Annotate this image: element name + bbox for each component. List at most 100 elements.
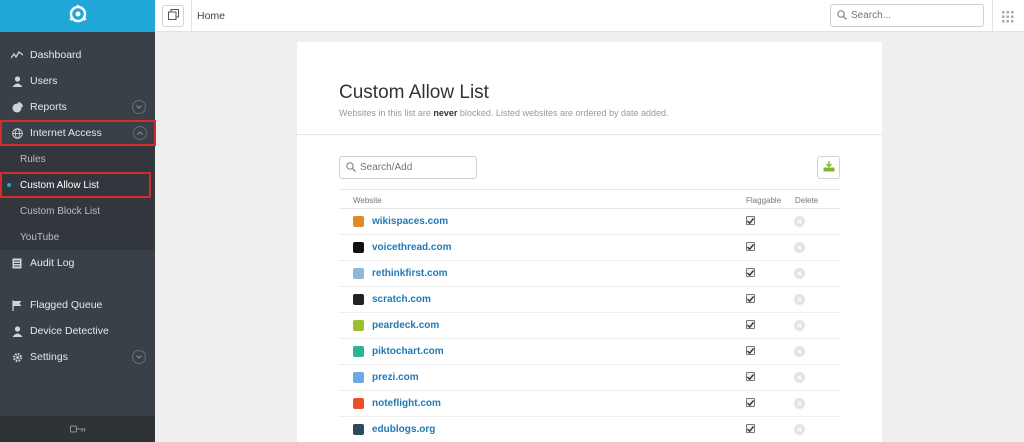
- website-link[interactable]: rethinkfirst.com: [372, 268, 448, 279]
- key-icon[interactable]: [69, 420, 86, 438]
- sidebar-item-label: Settings: [30, 351, 68, 363]
- search-icon: [346, 159, 356, 177]
- internet-access-submenu: Rules Custom Allow List Custom Block Lis…: [0, 146, 155, 250]
- collapse-sidebar-button[interactable]: [162, 5, 184, 27]
- favicon-icon: [353, 398, 364, 409]
- table-row: noteflight.com: [339, 391, 840, 417]
- flaggable-checkbox[interactable]: [746, 268, 755, 277]
- global-search[interactable]: [830, 4, 984, 27]
- flaggable-checkbox[interactable]: [746, 294, 755, 303]
- chevron-down-icon[interactable]: [132, 350, 146, 364]
- document-icon: [11, 257, 23, 269]
- submenu-item-custom-block-list[interactable]: Custom Block List: [0, 198, 155, 224]
- sidebar-item-audit-log[interactable]: Audit Log: [0, 250, 155, 276]
- website-link[interactable]: scratch.com: [372, 294, 431, 305]
- table-row: wikispaces.com: [339, 209, 840, 235]
- sidebar-footer: [0, 416, 155, 442]
- flaggable-checkbox[interactable]: [746, 346, 755, 355]
- submenu-item-label: Custom Allow List: [20, 179, 99, 191]
- flaggable-checkbox[interactable]: [746, 398, 755, 407]
- favicon-icon: [353, 320, 364, 331]
- globe-icon: [11, 127, 23, 139]
- sidebar-nav: Dashboard Users Reports Internet Access: [0, 32, 156, 370]
- search-add-field[interactable]: [339, 156, 477, 179]
- flaggable-checkbox[interactable]: [746, 372, 755, 381]
- download-icon: [823, 159, 835, 177]
- delete-icon[interactable]: [794, 372, 805, 383]
- page-title: Custom Allow List: [339, 82, 489, 103]
- favicon-icon: [353, 216, 364, 227]
- breadcrumb[interactable]: Home: [197, 10, 225, 22]
- submenu-item-label: Rules: [20, 153, 46, 165]
- download-button[interactable]: [817, 156, 840, 179]
- flaggable-checkbox[interactable]: [746, 242, 755, 251]
- website-link[interactable]: prezi.com: [372, 372, 419, 383]
- website-link[interactable]: wikispaces.com: [372, 216, 448, 227]
- column-header-delete: Delete: [795, 196, 819, 205]
- main-card: Custom Allow List Websites in this list …: [297, 42, 882, 442]
- submenu-item-rules[interactable]: Rules: [0, 146, 155, 172]
- submenu-item-custom-allow-list[interactable]: Custom Allow List: [0, 172, 151, 198]
- flaggable-checkbox[interactable]: [746, 424, 755, 433]
- website-link[interactable]: edublogs.org: [372, 424, 435, 435]
- page-description: Websites in this list are never blocked.…: [339, 108, 669, 118]
- delete-icon[interactable]: [794, 242, 805, 253]
- chevron-down-icon[interactable]: [132, 100, 146, 114]
- column-header-flaggable: Flaggable: [746, 196, 782, 205]
- grid-icon: [1002, 10, 1014, 27]
- user-icon: [11, 75, 23, 87]
- favicon-icon: [353, 294, 364, 305]
- delete-icon[interactable]: [794, 424, 805, 435]
- table-row: edublogs.org: [339, 417, 840, 442]
- flaggable-checkbox[interactable]: [746, 320, 755, 329]
- chevron-up-icon[interactable]: [133, 126, 147, 140]
- sidebar-item-reports[interactable]: Reports: [0, 94, 155, 120]
- windows-icon: [167, 7, 179, 25]
- sidebar-item-label: Internet Access: [30, 127, 102, 139]
- table-row: piktochart.com: [339, 339, 840, 365]
- active-dot-icon: [7, 183, 11, 187]
- search-input[interactable]: [851, 10, 971, 21]
- user-search-icon: [11, 325, 23, 337]
- sidebar-item-label: Reports: [30, 101, 67, 113]
- table-row: voicethread.com: [339, 235, 840, 261]
- website-link[interactable]: peardeck.com: [372, 320, 439, 331]
- website-link[interactable]: voicethread.com: [372, 242, 451, 253]
- delete-icon[interactable]: [794, 398, 805, 409]
- favicon-icon: [353, 242, 364, 253]
- table-row: scratch.com: [339, 287, 840, 313]
- sidebar-item-dashboard[interactable]: Dashboard: [0, 42, 155, 68]
- delete-icon[interactable]: [794, 320, 805, 331]
- delete-icon[interactable]: [794, 294, 805, 305]
- sidebar-item-label: Flagged Queue: [30, 299, 103, 311]
- sidebar-item-device-detective[interactable]: Device Detective: [0, 318, 155, 344]
- logo-icon[interactable]: [67, 3, 89, 30]
- submenu-item-label: YouTube: [20, 231, 60, 243]
- sidebar-item-users[interactable]: Users: [0, 68, 155, 94]
- table-row: peardeck.com: [339, 313, 840, 339]
- sidebar-item-label: Users: [30, 75, 58, 87]
- pie-chart-icon: [11, 101, 23, 113]
- gear-icon: [11, 351, 23, 363]
- delete-icon[interactable]: [794, 216, 805, 227]
- submenu-item-label: Custom Block List: [20, 205, 101, 217]
- delete-icon[interactable]: [794, 268, 805, 279]
- sidebar-item-settings[interactable]: Settings: [0, 344, 155, 370]
- delete-icon[interactable]: [794, 346, 805, 357]
- website-link[interactable]: piktochart.com: [372, 346, 444, 357]
- search-add-input[interactable]: [360, 162, 470, 173]
- column-header-website: Website: [353, 196, 382, 205]
- sidebar-item-label: Dashboard: [30, 49, 82, 61]
- table-body: wikispaces.com voicethread.com rethinkfirs…: [339, 209, 840, 442]
- table-header: Website Flaggable Delete: [339, 189, 840, 209]
- sidebar-item-label: Audit Log: [30, 257, 75, 269]
- sidebar-item-flagged-queue[interactable]: Flagged Queue: [0, 292, 155, 318]
- submenu-item-youtube[interactable]: YouTube: [0, 224, 155, 250]
- top-bar: Home: [155, 0, 1024, 32]
- sidebar-item-label: Device Detective: [30, 325, 109, 337]
- sidebar-item-internet-access[interactable]: Internet Access: [0, 120, 156, 146]
- flaggable-checkbox[interactable]: [746, 216, 755, 225]
- website-link[interactable]: noteflight.com: [372, 398, 441, 409]
- apps-grid-button[interactable]: [1002, 10, 1014, 23]
- search-icon: [837, 7, 847, 25]
